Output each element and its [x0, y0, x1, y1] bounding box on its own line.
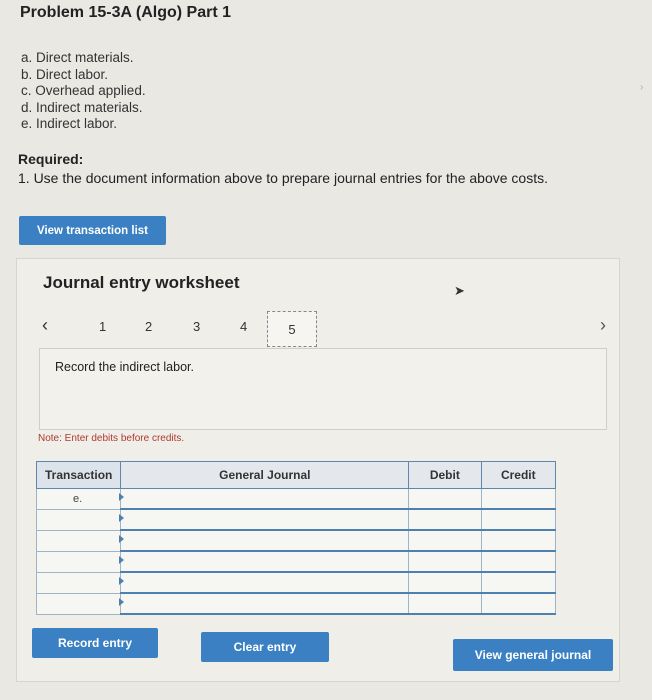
credit-input[interactable]: [480, 508, 557, 531]
view-general-journal-button[interactable]: View general journal: [453, 639, 613, 671]
account-select[interactable]: [119, 592, 410, 615]
credit-input[interactable]: [480, 550, 557, 573]
chevron-right-icon[interactable]: ›: [600, 315, 606, 336]
account-select[interactable]: [119, 508, 410, 531]
dropdown-marker-icon: [119, 556, 125, 564]
debit-input[interactable]: [408, 488, 482, 510]
clear-entry-button[interactable]: Clear entry: [201, 632, 329, 662]
worksheet-pager: ‹ 1 2 3 4 5 ›: [17, 311, 619, 347]
journal-table: Transaction General Journal Debit Credit…: [35, 461, 557, 615]
page-2-tab[interactable]: 2: [145, 319, 152, 334]
chevron-left-icon[interactable]: ‹: [42, 315, 48, 336]
worksheet-title: Journal entry worksheet: [43, 273, 240, 292]
note-text: Note: Enter debits before credits.: [38, 433, 185, 444]
account-select[interactable]: [119, 529, 410, 552]
credit-input[interactable]: [480, 529, 557, 552]
transaction-cell[interactable]: [35, 529, 122, 552]
mouse-cursor-icon: ➤: [454, 283, 465, 298]
account-select[interactable]: [119, 550, 410, 573]
table-row: e.: [35, 488, 557, 510]
header-general-journal: General Journal: [120, 461, 410, 489]
header-credit: Credit: [480, 461, 557, 489]
dropdown-marker-icon: [119, 493, 125, 501]
table-row: [35, 571, 557, 594]
list-item: c. Overhead applied.: [21, 83, 146, 98]
table-row: [35, 508, 557, 531]
header-debit: Debit: [408, 461, 482, 489]
page-5-tab-active[interactable]: 5: [267, 311, 317, 347]
transaction-cell[interactable]: [35, 550, 122, 573]
page-4-tab[interactable]: 4: [240, 319, 247, 334]
list-item: b. Direct labor.: [21, 66, 109, 82]
debit-input[interactable]: [408, 529, 482, 552]
dropdown-marker-icon: [119, 535, 125, 543]
credit-input[interactable]: [480, 592, 557, 615]
list-item: a. Direct materials.: [21, 50, 134, 65]
table-row: [35, 592, 557, 615]
debit-input[interactable]: [408, 550, 482, 573]
view-transaction-list-button[interactable]: View transaction list: [19, 216, 166, 245]
page-title: Problem 15-3A (Algo) Part 1: [20, 4, 232, 21]
page-3-tab[interactable]: 3: [193, 319, 200, 334]
header-transaction: Transaction: [35, 461, 122, 489]
cost-items-list: a. Direct materials. b. Direct labor. c.…: [21, 50, 146, 133]
dropdown-marker-icon: [119, 577, 125, 585]
transaction-cell[interactable]: [35, 571, 122, 594]
transaction-cell[interactable]: [35, 592, 122, 615]
table-row: [35, 550, 557, 573]
credit-input[interactable]: [480, 488, 557, 510]
page-1-tab[interactable]: 1: [99, 319, 106, 334]
required-text: 1. Use the document information above to…: [18, 170, 548, 186]
account-select[interactable]: [119, 571, 410, 594]
instruction-box: Record the indirect labor.: [39, 348, 607, 430]
required-label: Required:: [18, 151, 84, 167]
transaction-cell[interactable]: e.: [35, 488, 122, 510]
list-item: d. Indirect materials.: [21, 99, 143, 115]
scroll-mark-icon: ›: [640, 82, 644, 93]
credit-input[interactable]: [480, 571, 557, 594]
debit-input[interactable]: [408, 571, 482, 594]
instruction-text: Record the indirect labor.: [55, 360, 194, 374]
list-item: e. Indirect labor.: [21, 116, 118, 131]
debit-input[interactable]: [408, 592, 482, 615]
transaction-cell[interactable]: [35, 508, 122, 531]
dropdown-marker-icon: [119, 514, 125, 522]
dropdown-marker-icon: [119, 598, 125, 606]
journal-entry-worksheet: Journal entry worksheet ➤ ‹ 1 2 3 4 5 › …: [16, 258, 620, 682]
debit-input[interactable]: [408, 508, 482, 531]
account-select[interactable]: [119, 488, 410, 510]
record-entry-button[interactable]: Record entry: [32, 628, 158, 658]
table-row: [35, 529, 557, 552]
